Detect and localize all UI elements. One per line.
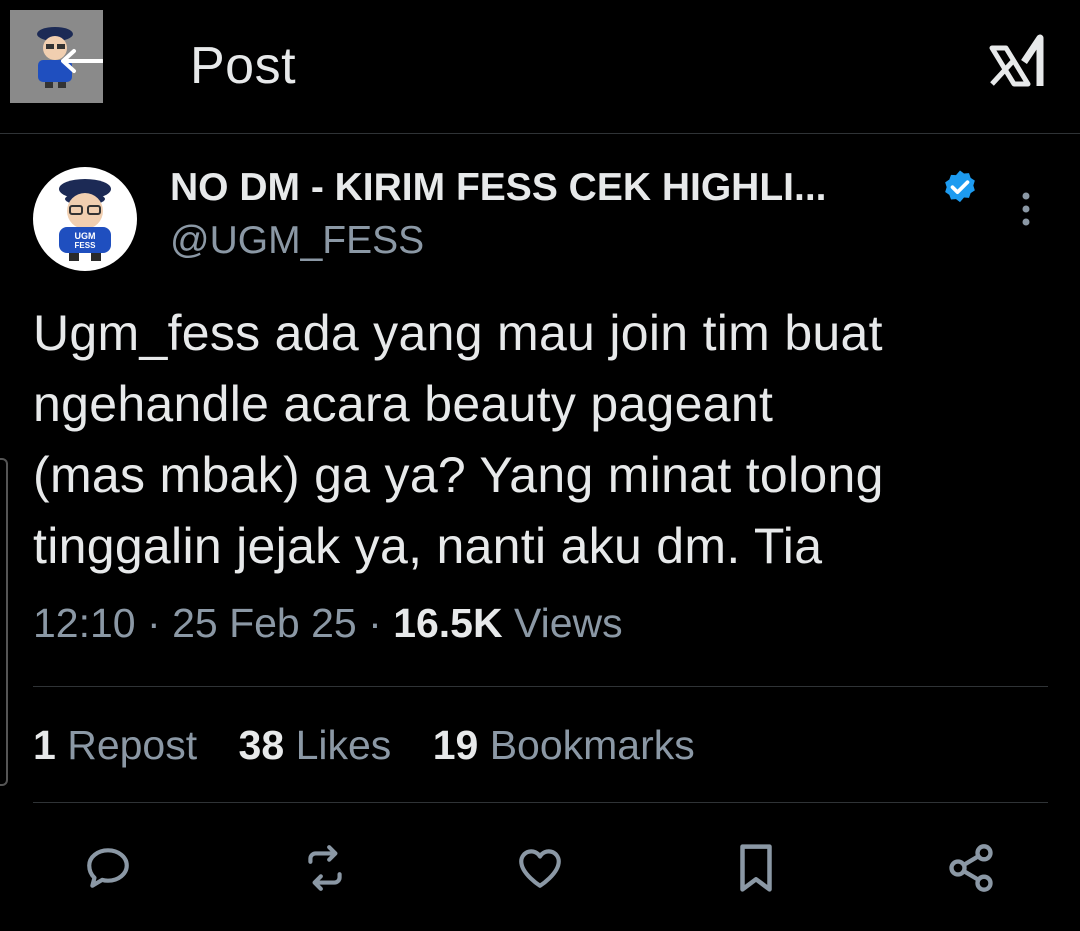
bookmark-icon bbox=[740, 844, 772, 892]
reply-button[interactable] bbox=[80, 840, 136, 896]
meta-separator: · bbox=[368, 600, 382, 646]
reposts-stat[interactable]: 1 Repost bbox=[33, 722, 197, 768]
reposts-count: 1 bbox=[33, 722, 56, 768]
engagement-stats: 1 Repost 38 Likes 19 Bookmarks bbox=[33, 722, 695, 769]
likes-label: Likes bbox=[295, 722, 392, 768]
grok-icon[interactable] bbox=[988, 32, 1044, 90]
tweet-line: ngehandle acara beauty pageant bbox=[33, 376, 774, 432]
share-button[interactable] bbox=[943, 840, 999, 896]
author-name[interactable]: NO DM - KIRIM FESS CEK HIGHLI... bbox=[170, 166, 827, 210]
reposts-label: Repost bbox=[67, 722, 198, 768]
likes-stat[interactable]: 38 Likes bbox=[239, 722, 392, 768]
tweet-meta: 12:10 · 25 Feb 25 · 16.5K Views bbox=[33, 600, 623, 647]
likes-count: 38 bbox=[238, 722, 285, 768]
reply-icon bbox=[87, 848, 129, 888]
views-count: 16.5K bbox=[393, 600, 503, 646]
like-button[interactable] bbox=[512, 840, 568, 896]
tweet-line: Ugm_fess ada yang mau join tim buat bbox=[33, 305, 883, 361]
like-icon bbox=[519, 849, 561, 888]
tweet-line: (mas mbak) ga ya? Yang minat tolong bbox=[33, 447, 884, 503]
post-page: Post UGM FESS NO DM - KIRIM FESS CEK HIG… bbox=[0, 0, 1080, 931]
views-label: Views bbox=[514, 600, 623, 646]
page-title: Post bbox=[190, 37, 297, 95]
bookmarks-stat[interactable]: 19 Bookmarks bbox=[433, 722, 695, 768]
back-button[interactable] bbox=[10, 10, 103, 103]
tweet-date[interactable]: 25 Feb 25 bbox=[172, 600, 357, 646]
share-icon bbox=[949, 844, 993, 892]
bookmarks-count: 19 bbox=[432, 722, 479, 768]
tweet-time[interactable]: 12:10 bbox=[33, 600, 136, 646]
bookmark-button[interactable] bbox=[728, 840, 784, 896]
meta-separator: · bbox=[147, 600, 161, 646]
arrow-left-icon bbox=[61, 49, 103, 73]
avatar[interactable]: UGM FESS bbox=[33, 167, 137, 271]
top-bar: Post bbox=[0, 0, 1080, 134]
repost-icon bbox=[308, 845, 342, 891]
repost-button[interactable] bbox=[297, 840, 353, 896]
divider bbox=[33, 802, 1048, 803]
tweet-line: tinggalin jejak ya, nanti aku dm. Tia bbox=[33, 518, 823, 574]
divider bbox=[33, 686, 1048, 687]
verified-badge-icon bbox=[945, 170, 975, 203]
tweet-text: Ugm_fess ada yang mau join tim buat ngeh… bbox=[33, 298, 1043, 582]
svg-text:FESS: FESS bbox=[75, 241, 97, 250]
more-options-icon[interactable] bbox=[1016, 190, 1036, 230]
svg-text:UGM: UGM bbox=[75, 231, 96, 241]
bookmarks-label: Bookmarks bbox=[489, 722, 695, 768]
avatar-image: UGM FESS bbox=[59, 179, 111, 261]
scroll-indicator bbox=[0, 458, 8, 786]
author-handle[interactable]: @UGM_FESS bbox=[170, 219, 424, 263]
